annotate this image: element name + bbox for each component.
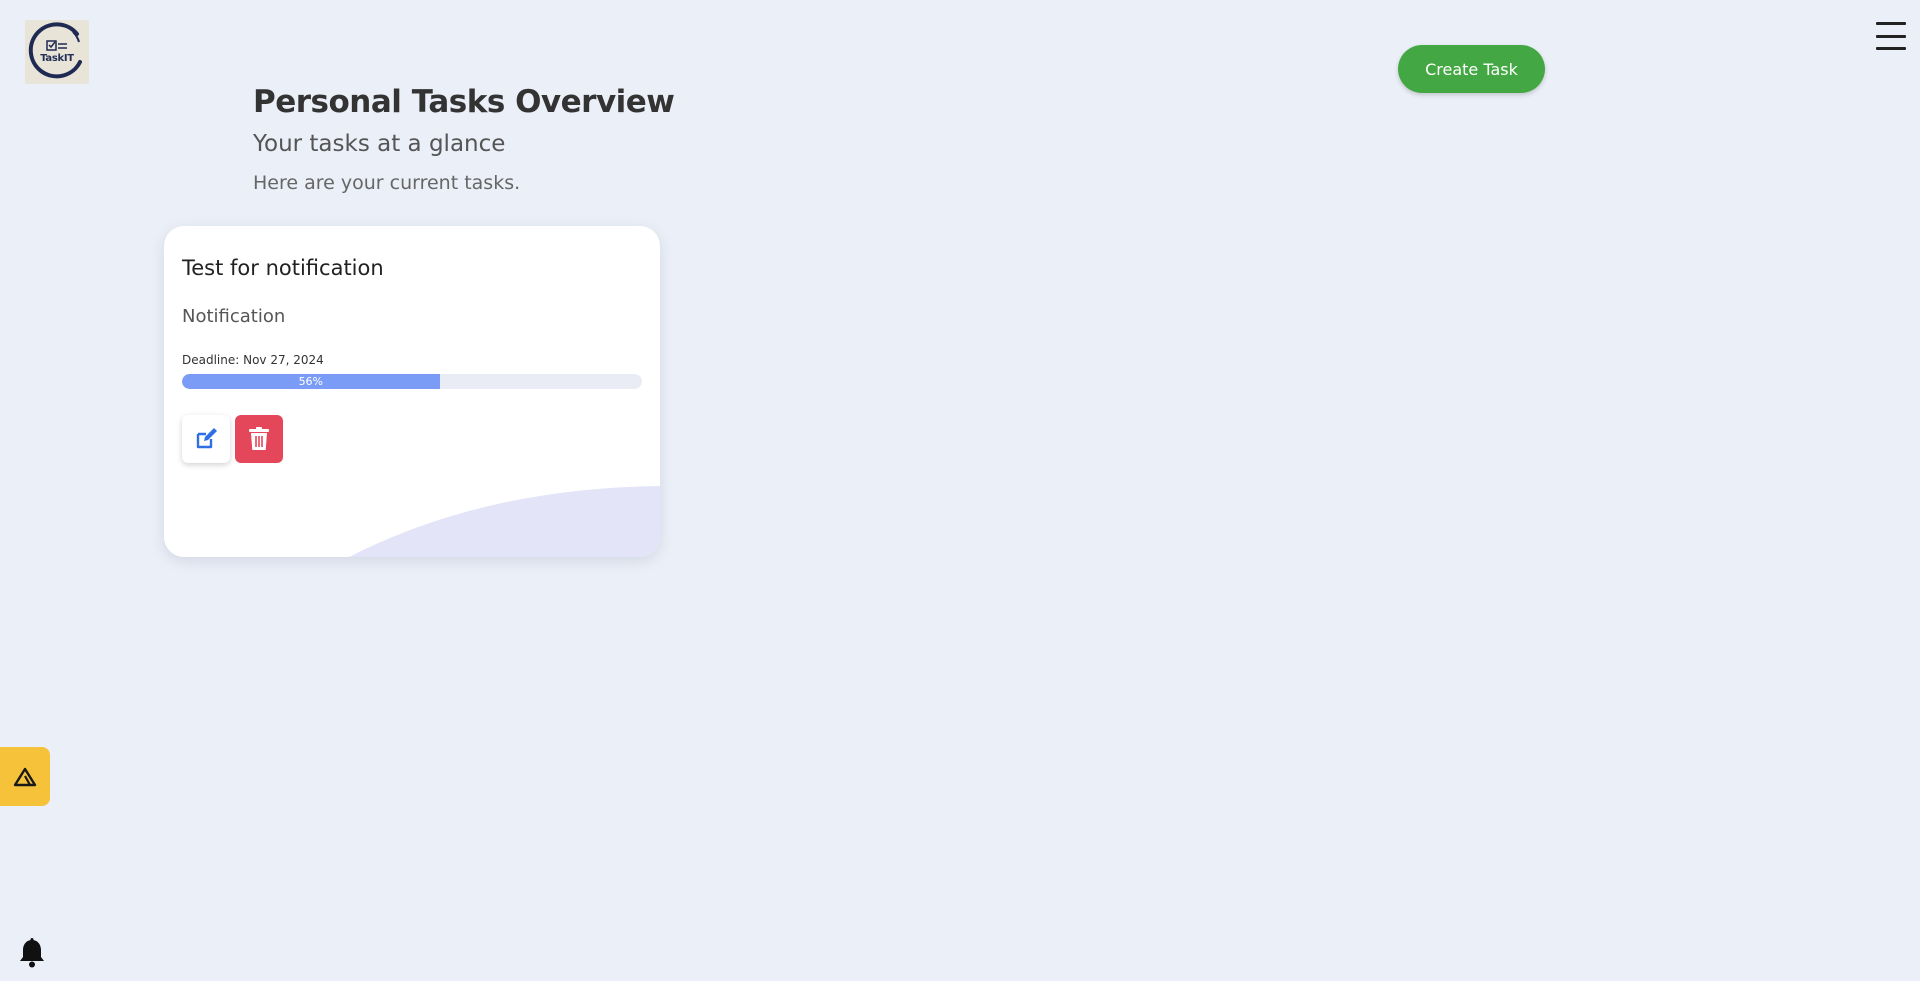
progress-bar: 56% (182, 374, 642, 389)
logo-text: TaskIT (40, 53, 74, 64)
task-card[interactable]: Test for notification Notification Deadl… (164, 226, 660, 557)
menu-line (1876, 47, 1906, 50)
bell-icon[interactable] (18, 938, 46, 968)
page-subtitle: Your tasks at a glance (253, 131, 506, 157)
side-widget-button[interactable] (0, 747, 50, 806)
logo-ring-icon (28, 22, 82, 79)
trash-icon (249, 427, 269, 450)
task-title: Test for notification (182, 256, 384, 280)
triangle-logo-icon (13, 767, 37, 786)
progress-label: 56% (298, 375, 324, 388)
delete-button[interactable] (235, 415, 283, 463)
menu-line (1876, 34, 1906, 38)
menu-line (1876, 22, 1906, 25)
edit-icon (196, 428, 217, 449)
create-task-button[interactable]: Create Task (1398, 45, 1545, 93)
task-category: Notification (182, 306, 286, 327)
app-logo[interactable]: TaskIT (25, 20, 89, 84)
hamburger-menu-icon[interactable] (1876, 20, 1906, 52)
edit-button[interactable] (182, 415, 230, 463)
page: TaskIT Create Task Personal Tasks Overvi… (0, 0, 1920, 981)
page-title: Personal Tasks Overview (253, 84, 675, 120)
task-deadline: Deadline: Nov 27, 2024 (182, 353, 324, 367)
page-description: Here are your current tasks. (253, 172, 521, 194)
